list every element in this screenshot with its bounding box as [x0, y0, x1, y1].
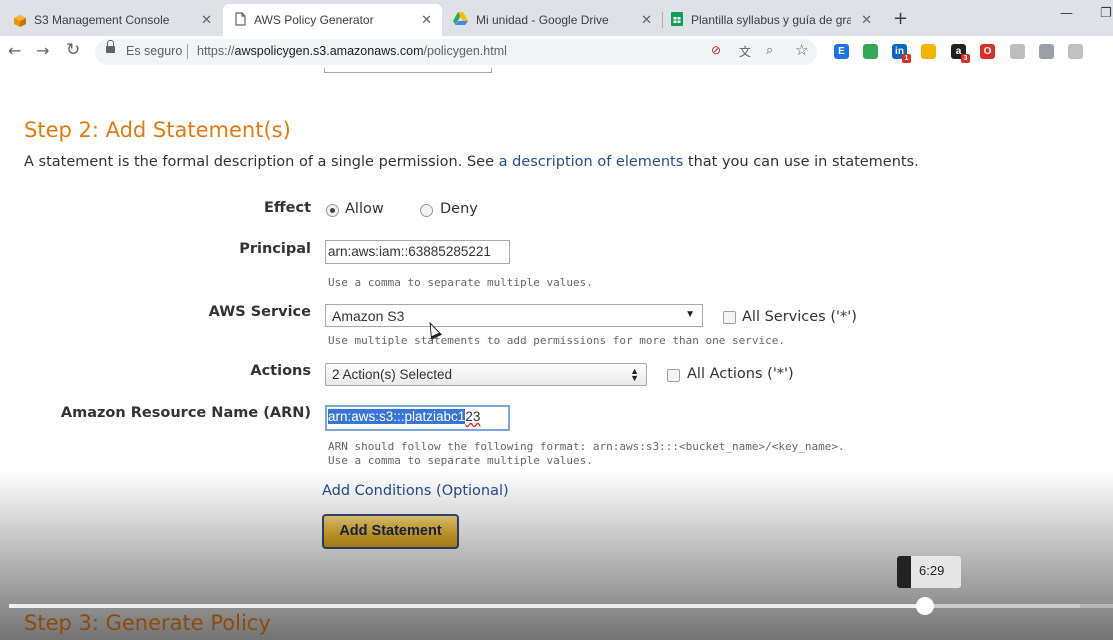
address-divider	[187, 44, 188, 59]
arn-unselected-text: 23	[465, 409, 481, 424]
all-services-label: All Services ('*')	[742, 309, 857, 325]
aws-service-hint: Use multiple statements to add permissio…	[328, 334, 785, 347]
allow-radio-label: Allow	[345, 201, 384, 217]
tooltip-dark-edge	[897, 556, 911, 588]
secure-label: Es seguro	[126, 44, 183, 58]
arn-selected-text: arn:aws:s3:::platziabc1	[328, 409, 466, 424]
extension-badge: 1	[902, 54, 911, 63]
extension-cloud-icon[interactable]	[1039, 44, 1054, 59]
effect-label: Effect	[263, 200, 311, 216]
video-playhead-handle[interactable]	[916, 597, 934, 615]
actions-label: Actions	[250, 363, 311, 379]
url-path: /policygen.html	[423, 44, 507, 58]
extension-circle-icon[interactable]	[1068, 44, 1083, 59]
arn-format-hint: ARN should follow the following format: …	[328, 440, 845, 453]
close-icon[interactable]: ✕	[641, 12, 652, 28]
intro-text: A statement is the formal description of…	[24, 154, 499, 170]
updown-arrow-icon: ▲ ▼	[630, 366, 639, 383]
dropdown-arrow-icon: ▼	[685, 309, 695, 320]
aws-cube-icon	[13, 14, 26, 27]
arn-comma-hint: Use a comma to separate multiple values.	[328, 454, 593, 467]
add-conditions-link[interactable]: Add Conditions (Optional)	[322, 483, 509, 499]
policy-generator-page: Step 2: Add Statement(s) A statement is …	[0, 68, 1113, 640]
extension-inbox-icon[interactable]	[863, 44, 878, 59]
bookmark-star-icon[interactable]: ☆	[795, 41, 808, 59]
close-icon[interactable]: ✕	[421, 12, 432, 28]
tab-title: Plantilla syllabus y guía de graba	[691, 13, 851, 27]
url-host: awspolicygen.s3.amazonaws.com	[234, 44, 424, 58]
tab-title: AWS Policy Generator	[254, 13, 374, 27]
all-services-checkbox[interactable]	[723, 311, 736, 324]
all-actions-label: All Actions ('*')	[687, 366, 794, 382]
previous-select-edge	[324, 68, 492, 73]
extension-opera-icon[interactable]: O	[980, 44, 995, 59]
principal-hint: Use a comma to separate multiple values.	[328, 276, 593, 289]
deny-radio-label: Deny	[440, 201, 478, 217]
aws-service-label: AWS Service	[208, 304, 311, 320]
tab-syllabus-sheet[interactable]: Plantilla syllabus y guía de graba ✕	[664, 4, 882, 36]
tab-title: S3 Management Console	[34, 13, 170, 27]
address-bar[interactable]: Es seguro https://awspolicygen.s3.amazon…	[95, 39, 817, 65]
extension-e-icon[interactable]: E	[834, 44, 849, 59]
description-of-elements-link[interactable]: a description of elements	[499, 154, 684, 170]
extension-doc-icon[interactable]	[1010, 44, 1025, 59]
translate-icon[interactable]: 文	[739, 43, 751, 60]
browser-tab-strip: S3 Management Console ✕ AWS Policy Gener…	[0, 0, 1113, 36]
intro-text-end: that you can use in statements.	[683, 154, 919, 170]
lock-icon	[106, 40, 115, 53]
extension-badge: 3	[961, 54, 970, 63]
add-statement-button[interactable]: Add Statement	[322, 514, 459, 549]
extension-drive-triangle-icon[interactable]	[921, 44, 936, 59]
extension-a-icon[interactable]: a3	[951, 44, 970, 63]
arn-label: Amazon Resource Name (ARN)	[60, 405, 311, 421]
minimize-icon[interactable]: —	[1060, 6, 1073, 21]
extension-linkedin-icon[interactable]: in 1	[892, 44, 911, 63]
back-arrow-icon[interactable]: ←	[8, 41, 21, 60]
reload-icon[interactable]: ↻	[66, 40, 80, 60]
arn-input[interactable]: arn:aws:s3:::platziabc123	[325, 405, 510, 431]
all-actions-checkbox[interactable]	[667, 369, 680, 382]
step3-heading: Step 3: Generate Policy	[24, 611, 271, 635]
browser-toolbar: ← → ↻ Es seguro https://awspolicygen.s3.…	[0, 36, 1113, 69]
step2-heading: Step 2: Add Statement(s)	[24, 118, 291, 142]
restore-window-icon[interactable]: ❐	[1100, 6, 1112, 21]
actions-select[interactable]: 2 Action(s) Selected ▲ ▼	[325, 363, 647, 386]
seek-time-text: 6:29	[919, 563, 945, 578]
principal-input[interactable]: arn:aws:iam::63885285221	[325, 240, 510, 264]
url-text: https://awspolicygen.s3.amazonaws.com/po…	[197, 44, 507, 58]
google-drive-icon	[453, 12, 468, 28]
new-tab-plus-icon[interactable]: +	[893, 8, 908, 29]
principal-label: Principal	[239, 241, 311, 257]
deny-radio[interactable]	[420, 204, 433, 217]
tab-divider	[662, 12, 663, 28]
forward-arrow-icon[interactable]: →	[36, 41, 49, 60]
step2-intro: A statement is the formal description of…	[24, 154, 919, 170]
tab-aws-policy-generator[interactable]: AWS Policy Generator ✕	[223, 4, 442, 36]
blocked-popup-icon[interactable]: ⊘	[711, 43, 721, 57]
seek-time-tooltip: 6:29	[897, 556, 961, 588]
zoom-icon[interactable]: ⌕	[766, 42, 773, 58]
page-icon	[235, 11, 246, 29]
aws-service-value: Amazon S3	[332, 308, 405, 324]
video-progress-bar	[9, 604, 925, 608]
url-prefix: https://	[197, 44, 235, 58]
google-sheets-icon	[671, 11, 683, 29]
tab-google-drive[interactable]: Mi unidad - Google Drive ✕	[443, 4, 662, 36]
tab-title: Mi unidad - Google Drive	[476, 13, 609, 27]
aws-service-select[interactable]: Amazon S3 ▼	[325, 304, 703, 327]
allow-radio[interactable]	[326, 204, 339, 217]
close-icon[interactable]: ✕	[861, 12, 872, 28]
close-icon[interactable]: ✕	[201, 12, 212, 28]
actions-value: 2 Action(s) Selected	[332, 367, 453, 382]
tab-s3-console[interactable]: S3 Management Console ✕	[0, 4, 222, 36]
